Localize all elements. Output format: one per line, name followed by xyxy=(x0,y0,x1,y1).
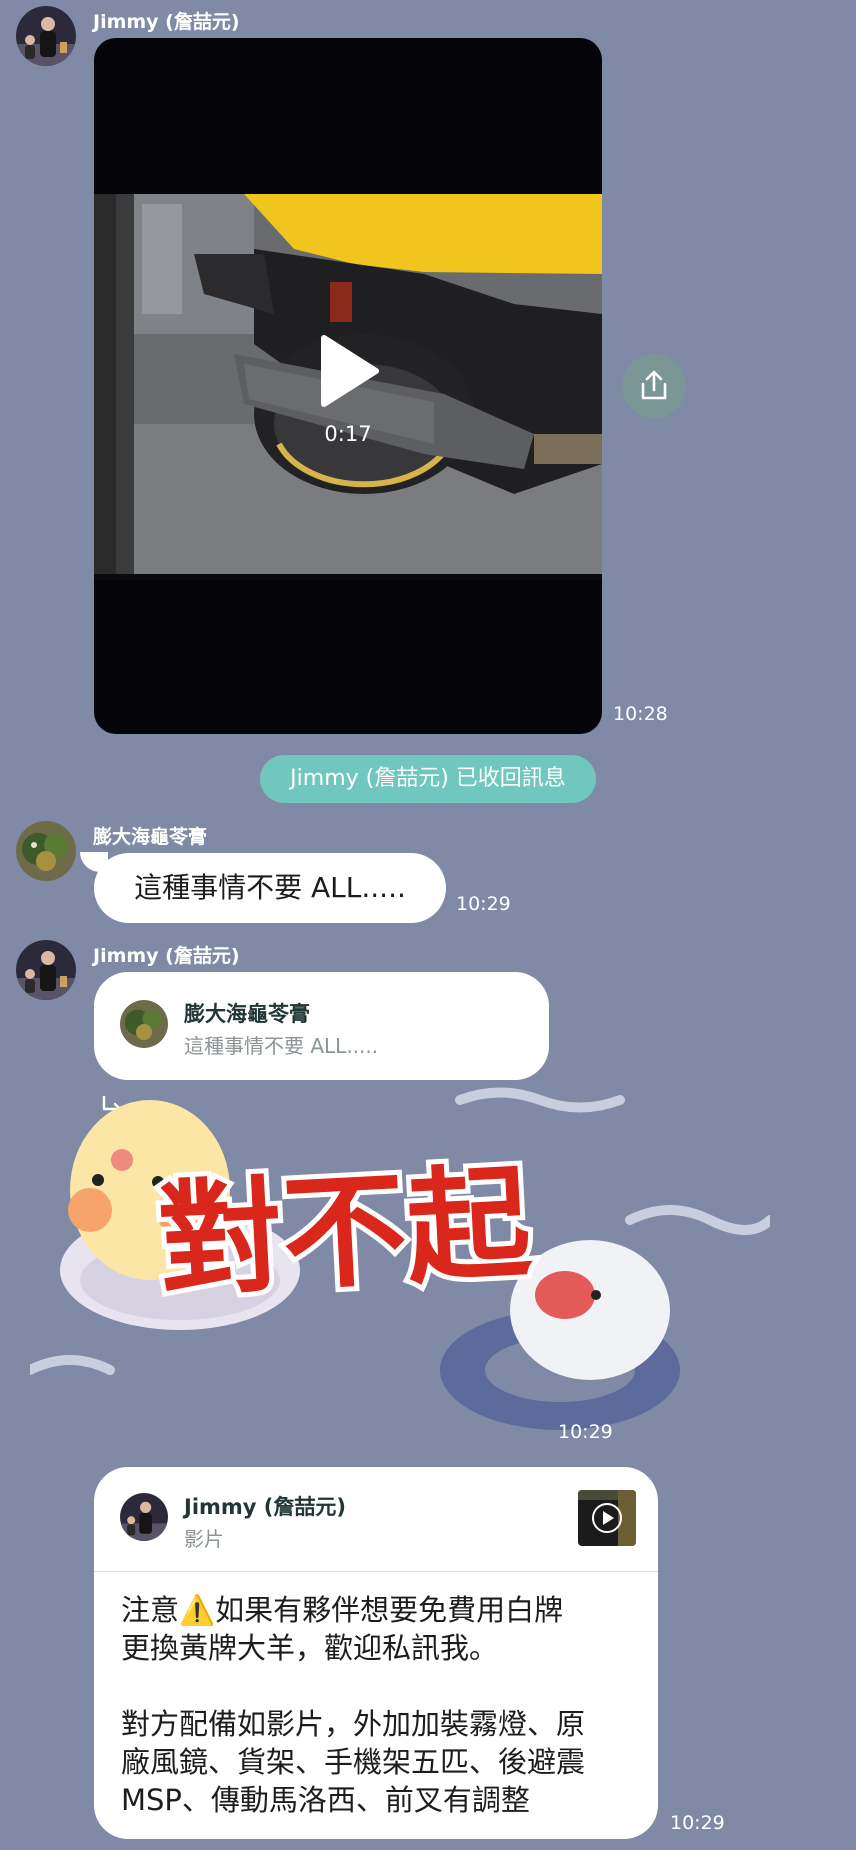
unsend-notice: Jimmy (詹喆元) 已收回訊息 xyxy=(260,755,596,803)
divider xyxy=(94,1571,658,1572)
avatar-turtle[interactable] xyxy=(16,821,76,881)
post-type-label: 影片 xyxy=(184,1527,224,1551)
avatar-jimmy[interactable] xyxy=(16,6,76,66)
post-line: 注意⚠️如果有夥伴想要免費用白牌 xyxy=(121,1593,564,1627)
play-circle-icon xyxy=(578,1490,636,1546)
timestamp: 10:29 xyxy=(456,893,511,915)
post-author: Jimmy (詹喆元) xyxy=(184,1495,346,1519)
quoted-avatar xyxy=(120,1000,168,1048)
share-button[interactable] xyxy=(622,354,686,418)
shared-post-card[interactable]: Jimmy (詹喆元) 影片 注意⚠️如果有夥伴想要免費用白牌 更換黃牌大羊，歡… xyxy=(94,1467,658,1839)
post-body: 注意⚠️如果有夥伴想要免費用白牌 更換黃牌大羊，歡迎私訊我。 對方配備如影片，外… xyxy=(121,1591,641,1819)
video-message[interactable]: 0:17 xyxy=(94,38,602,734)
message-bubble[interactable]: 這種事情不要 ALL..... xyxy=(94,853,446,923)
post-line: 對方配備如影片，外加加裝霧燈、原 xyxy=(121,1707,586,1741)
avatar-jimmy[interactable] xyxy=(16,940,76,1000)
share-icon xyxy=(641,370,667,400)
timestamp: 10:29 xyxy=(558,1421,613,1443)
timestamp: 10:28 xyxy=(613,703,668,725)
quoted-sender: 膨大海龜苓膏 xyxy=(184,1002,310,1026)
play-icon[interactable] xyxy=(320,334,380,408)
sender-name: Jimmy (詹喆元) xyxy=(93,11,240,33)
sender-name: 膨大海龜苓膏 xyxy=(93,826,208,848)
post-line: 廠風鏡、貨架、手機架五匹、後避震 xyxy=(121,1745,586,1779)
post-line: MSP、傳動馬洛西、前叉有調整 xyxy=(121,1783,530,1817)
quoted-text: 這種事情不要 ALL..... xyxy=(184,1034,379,1058)
sticker[interactable]: 對不起 xyxy=(30,1080,770,1450)
video-duration: 0:17 xyxy=(324,422,372,446)
timestamp: 10:29 xyxy=(670,1812,725,1834)
sticker-text: 對不起 xyxy=(155,1151,535,1314)
sender-name: Jimmy (詹喆元) xyxy=(93,945,240,967)
post-author-avatar xyxy=(120,1493,168,1541)
video-thumbnail-small[interactable] xyxy=(578,1490,636,1546)
reply-quote[interactable]: 膨大海龜苓膏 這種事情不要 ALL..... xyxy=(94,972,549,1080)
post-line: 更換黃牌大羊，歡迎私訊我。 xyxy=(121,1631,499,1665)
